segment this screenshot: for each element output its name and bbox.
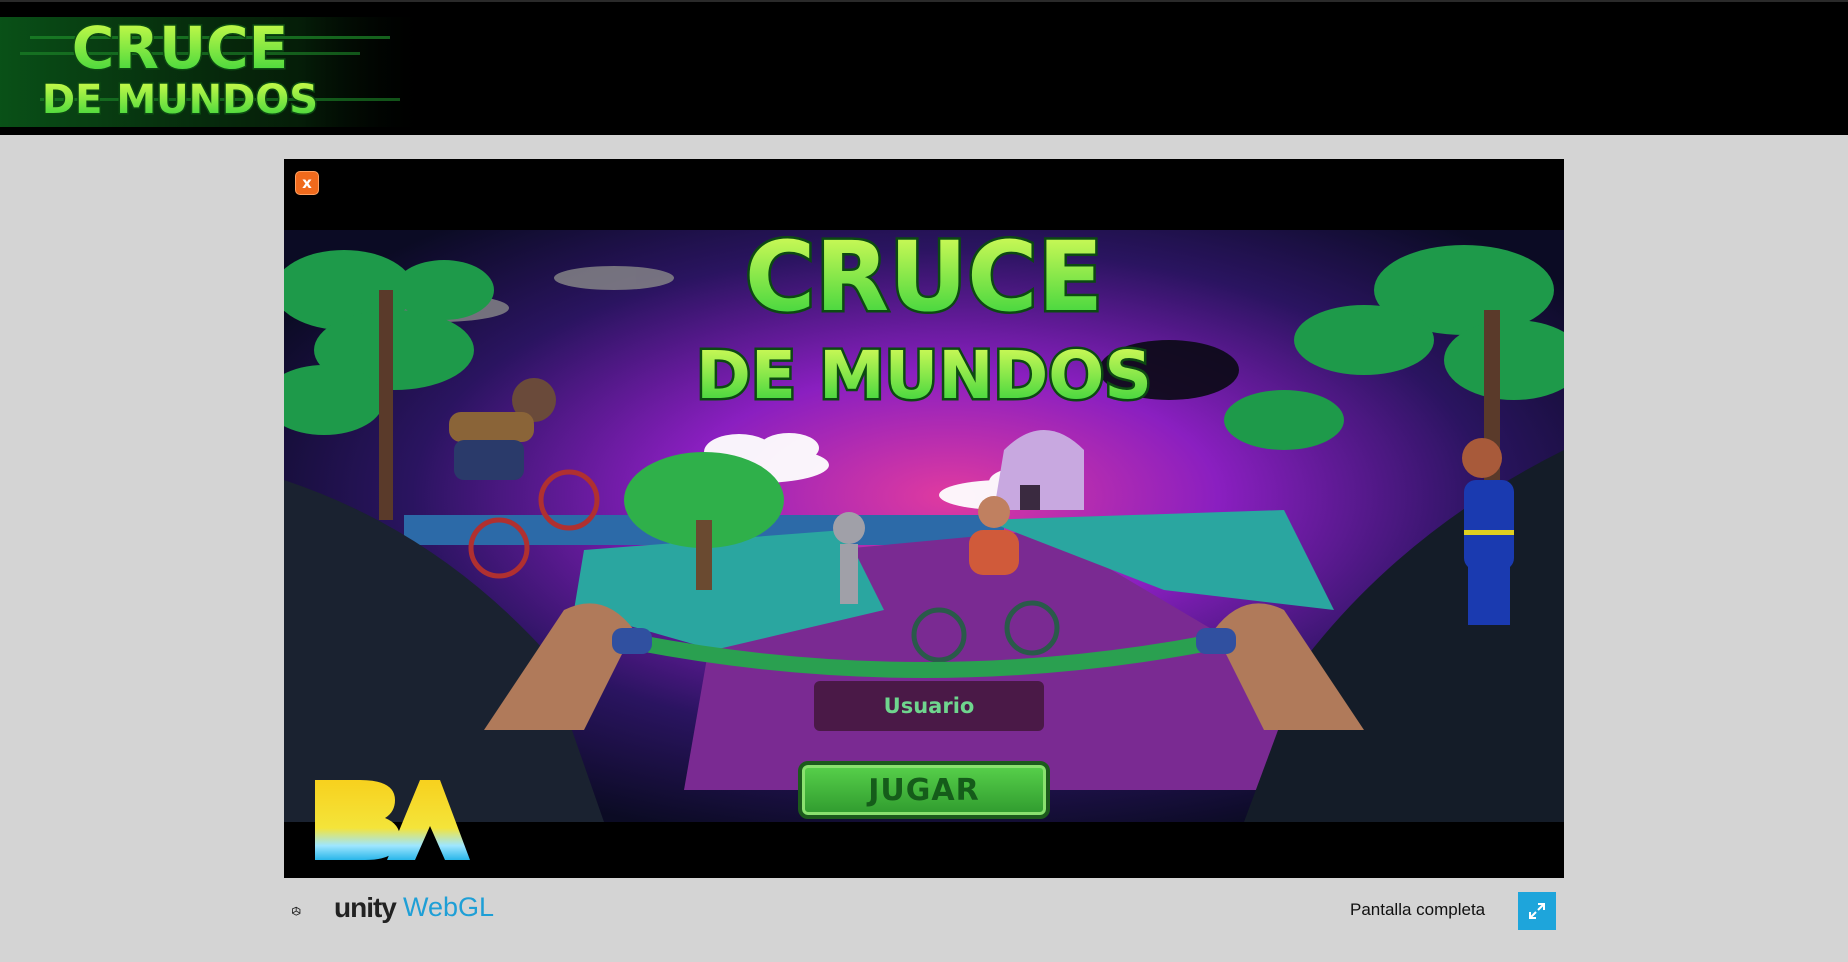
username-field-container[interactable] [814,680,1044,732]
game-title-line2: DE MUNDOS [696,337,1152,414]
play-button-label: JUGAR [868,772,980,808]
username-input[interactable] [814,680,1044,732]
game-title-line1: CRUCE [745,230,1103,333]
ba-logo [315,780,470,860]
unity-logo-icon [292,906,301,916]
game-scene-illustration: CRUCE DE MUNDOS [284,230,1564,822]
unity-label: unity [334,892,397,923]
close-icon: x [302,173,312,192]
game-canvas[interactable]: CRUCE DE MUNDOS x JUGAR [284,159,1564,878]
header-logo-line1: CRUCE [72,14,289,82]
fullscreen-icon [1529,903,1545,919]
header-logo-line2: DE MUNDOS [42,77,318,123]
close-button[interactable]: x [295,171,319,195]
play-button[interactable]: JUGAR [798,761,1050,819]
fullscreen-button[interactable] [1518,892,1556,930]
fullscreen-label: Pantalla completa [1350,900,1486,919]
site-header: CRUCE DE MUNDOS [0,0,1848,135]
webgl-label: WebGL [403,892,495,922]
header-logo: CRUCE DE MUNDOS [0,13,430,127]
